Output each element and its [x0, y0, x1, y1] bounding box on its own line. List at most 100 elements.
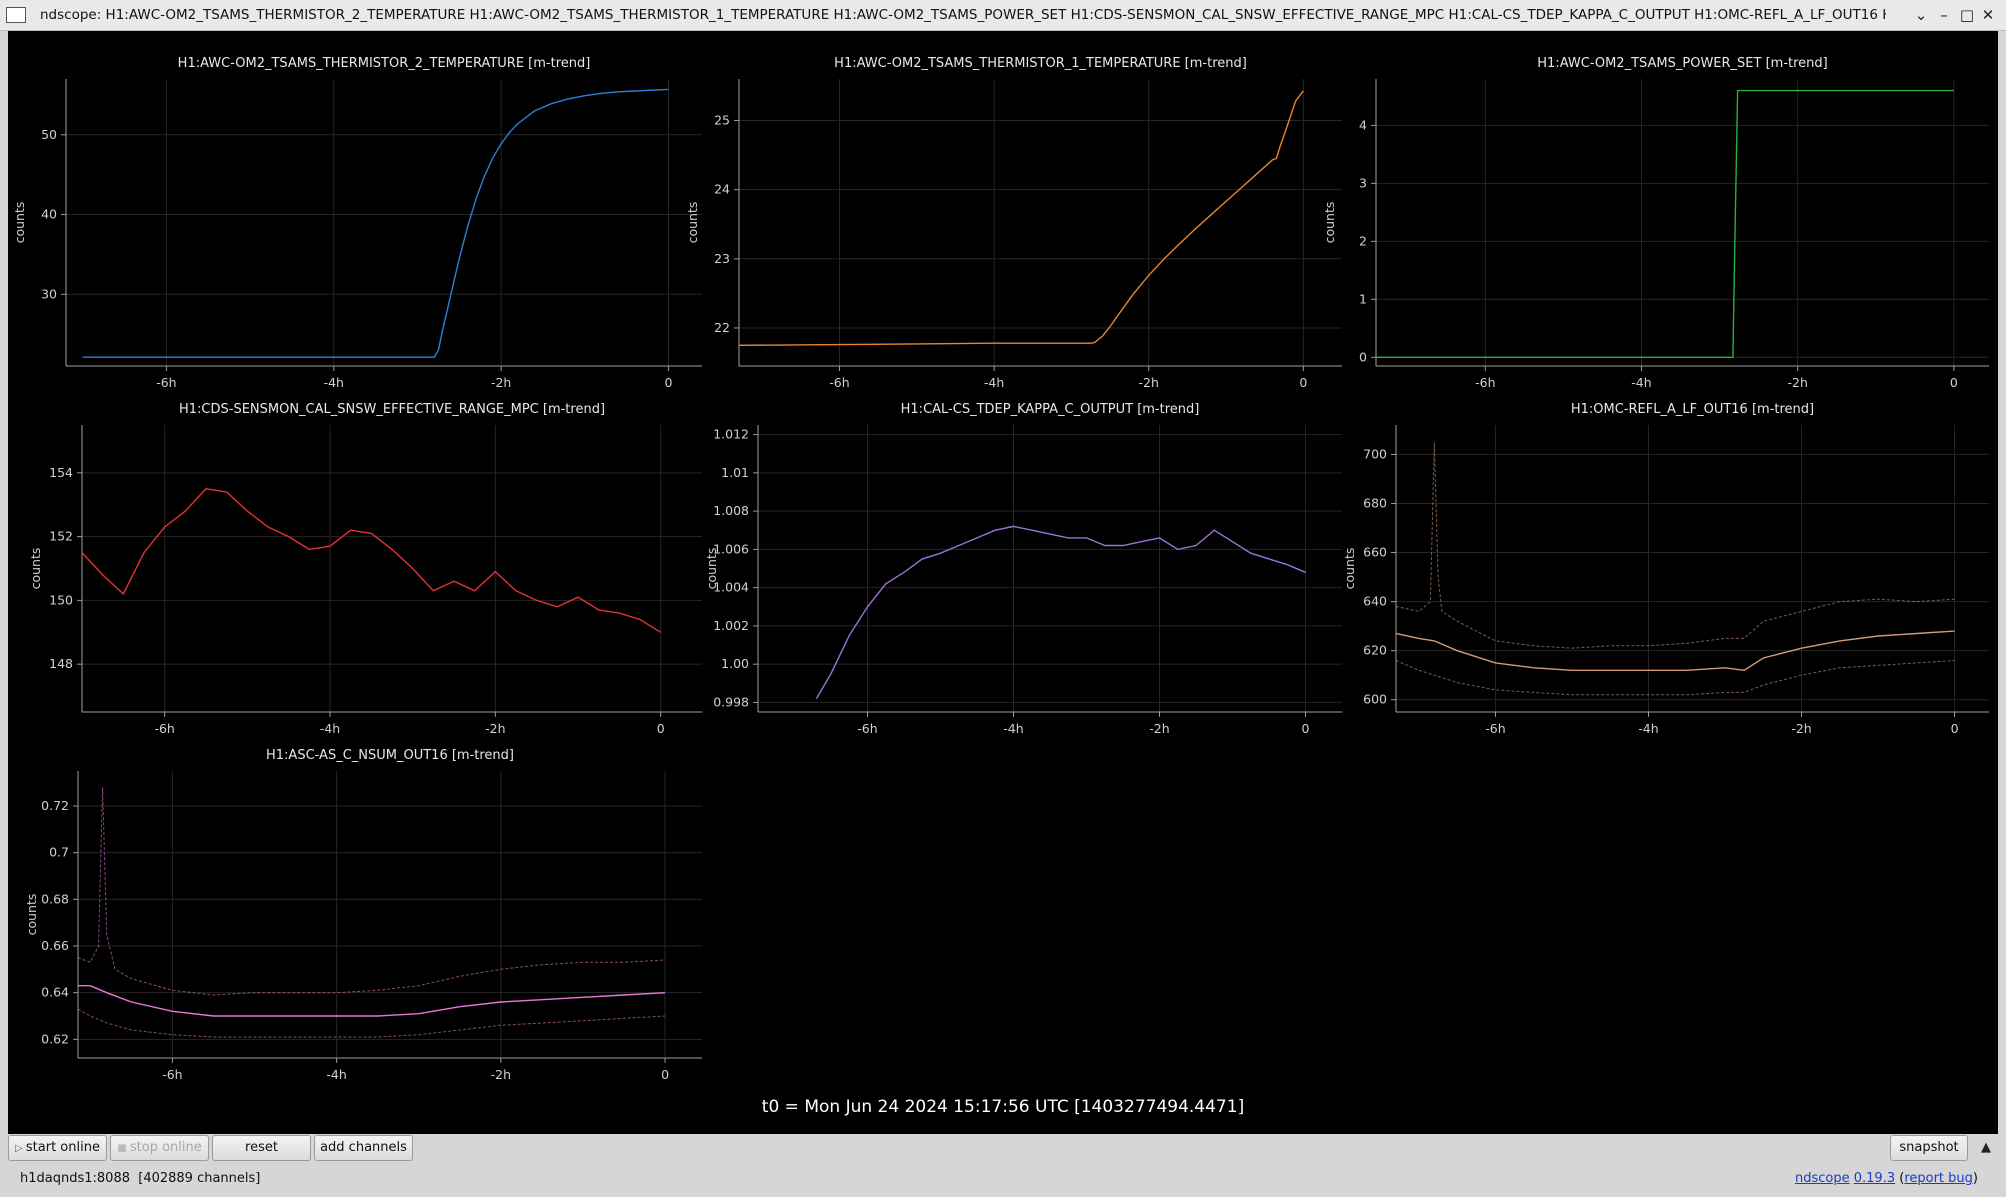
channel-count: [402889 channels]: [138, 1171, 261, 1186]
series-line: [1376, 89, 1954, 358]
series-envelope: [1395, 660, 1955, 696]
x-tick-label: 0: [1951, 721, 1959, 736]
y-tick-label: 152: [49, 529, 73, 544]
y-tick-label: 1.01: [721, 465, 749, 480]
plot-title: H1:CAL-CS_TDEP_KAPPA_C_OUTPUT [m-trend]: [901, 402, 1200, 417]
app-icon: [6, 7, 26, 23]
plot-title: H1:OMC-REFL_A_LF_OUT16 [m-trend]: [1571, 402, 1814, 417]
x-tick-label: -2h: [485, 721, 505, 736]
y-tick-label: 0.72: [41, 798, 69, 813]
y-tick-label: 50: [41, 127, 57, 142]
x-tick-label: 0: [657, 721, 665, 736]
report-bug-link[interactable]: report bug: [1904, 1171, 1973, 1186]
y-tick-label: 40: [41, 207, 57, 222]
y-tick-label: 24: [714, 182, 730, 197]
x-tick-label: -2h: [491, 1067, 511, 1082]
y-axis-label: counts: [12, 202, 27, 244]
play-icon: ▷: [15, 1143, 26, 1154]
snapshot-button[interactable]: snapshot: [1890, 1135, 1968, 1161]
plot-6: H1:OMC-REFL_A_LF_OUT16 [m-trend] -6h -4h -2…: [1342, 402, 1989, 736]
series-line: [81, 488, 662, 633]
y-tick-label: 4: [1359, 117, 1367, 132]
plot-1: H1:AWC-OM2_TSAMS_THERMISTOR_2_TEMPERATUR…: [12, 56, 702, 390]
x-tick-label: -2h: [1791, 721, 1811, 736]
x-tick-label: -6h: [1485, 721, 1505, 736]
ndscope-link[interactable]: ndscope: [1795, 1171, 1850, 1186]
y-tick-label: 1.00: [721, 656, 749, 671]
x-tick-label: -4h: [1003, 721, 1023, 736]
server-address: h1daqnds1:8088: [20, 1171, 130, 1186]
y-tick-label: 0.66: [41, 938, 69, 953]
plot-title: H1:CDS-SENSMON_CAL_SNSW_EFFECTIVE_RANGE_…: [179, 402, 605, 417]
shade-icon[interactable]: –: [1934, 5, 1954, 25]
x-tick-label: 0: [665, 375, 673, 390]
y-tick-label: 30: [41, 286, 57, 301]
x-tick-label: -6h: [1475, 375, 1495, 390]
x-tick-label: -6h: [162, 1067, 182, 1082]
y-tick-label: 3: [1359, 175, 1367, 190]
add-channels-button[interactable]: add channels: [314, 1135, 413, 1161]
y-tick-label: 0.64: [41, 985, 69, 1000]
window-titlebar: ndscope: H1:AWC-OM2_TSAMS_THERMISTOR_2_T…: [0, 0, 2006, 31]
minimize-icon[interactable]: ⌄: [1911, 5, 1931, 25]
x-tick-label: -6h: [154, 721, 174, 736]
start-online-label: start online: [25, 1140, 100, 1155]
series-line: [82, 88, 669, 358]
series-line: [738, 90, 1304, 346]
y-tick-label: 1.008: [713, 503, 749, 518]
y-tick-label: 600: [1363, 692, 1387, 707]
y-axis-label: counts: [24, 894, 39, 936]
x-tick-label: -4h: [326, 1067, 346, 1082]
t0-label: t0 = Mon Jun 24 2024 15:17:56 UTC [14032…: [761, 1097, 1245, 1117]
status-bar: h1daqnds1:8088 [402889 channels] ndscope…: [0, 1164, 2006, 1197]
y-tick-label: 0.998: [713, 694, 749, 709]
y-tick-label: 150: [49, 592, 73, 607]
x-tick-label: 0: [1950, 375, 1958, 390]
version-link[interactable]: 0.19.3: [1854, 1171, 1895, 1186]
y-tick-label: 0: [1359, 349, 1367, 364]
window-title: ndscope: H1:AWC-OM2_TSAMS_THERMISTOR_2_T…: [40, 7, 1886, 23]
y-tick-label: 0.62: [41, 1031, 69, 1046]
x-tick-label: -6h: [156, 375, 176, 390]
plot-7: H1:ASC-AS_C_NSUM_OUT16 [m-trend] -6h -4h -2…: [24, 748, 702, 1082]
plot-3: H1:AWC-OM2_TSAMS_POWER_SET [m-trend] -6h -…: [1322, 56, 1989, 390]
stop-online-button[interactable]: ■ stop online: [110, 1135, 209, 1161]
x-tick-label: -4h: [324, 375, 344, 390]
x-tick-label: -2h: [1139, 375, 1159, 390]
expand-icon[interactable]: ▲: [1976, 1138, 1996, 1158]
reset-button[interactable]: reset: [212, 1135, 311, 1161]
series-line: [815, 525, 1306, 699]
y-tick-label: 0.68: [41, 891, 69, 906]
server-status: h1daqnds1:8088 [402889 channels]: [20, 1171, 260, 1186]
x-tick-label: -4h: [1631, 375, 1651, 390]
y-tick-label: 1: [1359, 291, 1367, 306]
y-tick-label: 660: [1363, 545, 1387, 560]
toolbar: ▷ start online ■ stop online reset add c…: [0, 1134, 2006, 1164]
series-envelope: [77, 1008, 666, 1038]
series-envelope: [77, 787, 666, 996]
y-tick-label: 25: [714, 112, 730, 127]
x-tick-label: -2h: [491, 375, 511, 390]
y-axis-label: counts: [685, 202, 700, 244]
y-tick-label: 680: [1363, 495, 1387, 510]
series-envelope: [1395, 442, 1955, 649]
stop-icon: ■: [117, 1143, 130, 1154]
plots-canvas[interactable]: H1:AWC-OM2_TSAMS_THERMISTOR_2_TEMPERATUR…: [8, 31, 1998, 1134]
x-tick-label: 0: [661, 1067, 669, 1082]
plot-title: H1:AWC-OM2_TSAMS_POWER_SET [m-trend]: [1537, 56, 1827, 71]
plot-title: H1:ASC-AS_C_NSUM_OUT16 [m-trend]: [266, 748, 514, 763]
y-tick-label: 148: [49, 656, 73, 671]
close-icon[interactable]: ✕: [1978, 5, 1998, 25]
plot-title: H1:AWC-OM2_TSAMS_THERMISTOR_2_TEMPERATUR…: [178, 56, 591, 71]
x-tick-label: -4h: [1638, 721, 1658, 736]
start-online-button[interactable]: ▷ start online: [8, 1135, 107, 1161]
x-tick-label: -6h: [857, 721, 877, 736]
plot-4: H1:CDS-SENSMON_CAL_SNSW_EFFECTIVE_RANGE_…: [28, 402, 702, 736]
stop-online-label: stop online: [129, 1140, 202, 1155]
y-axis-label: counts: [704, 548, 719, 590]
x-tick-label: -4h: [984, 375, 1004, 390]
maximize-icon[interactable]: □: [1957, 5, 1977, 25]
x-tick-label: -2h: [1149, 721, 1169, 736]
x-tick-label: -2h: [1787, 375, 1807, 390]
plot-5: H1:CAL-CS_TDEP_KAPPA_C_OUTPUT [m-trend] -…: [704, 402, 1342, 736]
